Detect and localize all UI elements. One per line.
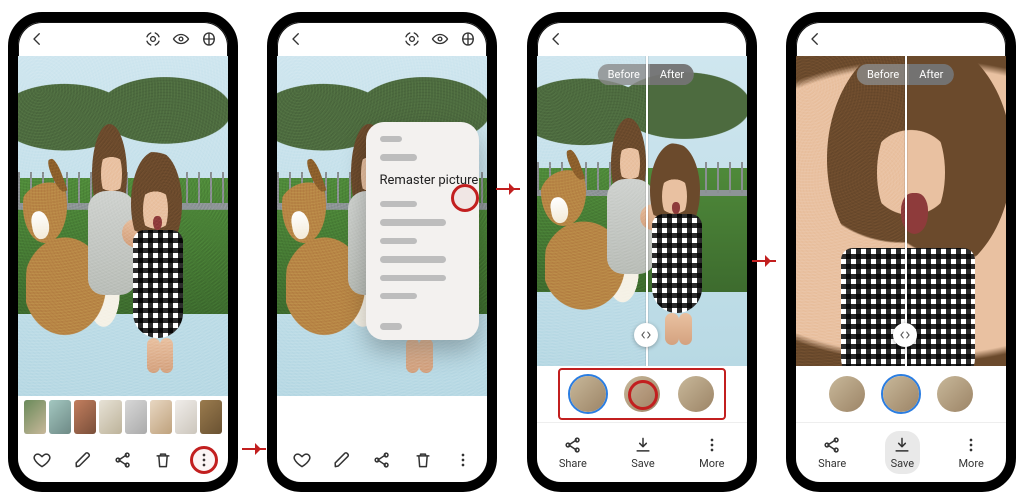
thumbnail[interactable] (74, 400, 96, 434)
phone-step-2: Remaster picture (267, 12, 497, 492)
bottom-bar: Share Save More (537, 422, 747, 482)
thumbnail[interactable] (99, 400, 121, 434)
thumbnail[interactable] (175, 400, 197, 434)
suggestion-thumb[interactable] (827, 374, 867, 414)
compare-labels[interactable]: Before After (598, 64, 694, 85)
menu-item[interactable] (380, 323, 402, 329)
phone-step-1 (8, 12, 238, 492)
more-button[interactable]: More (952, 431, 989, 474)
menu-item[interactable] (380, 275, 447, 281)
share-label: Share (818, 457, 846, 470)
save-label: Save (891, 457, 915, 470)
delete-button[interactable] (409, 446, 437, 474)
suggestion-thumb[interactable] (568, 374, 608, 414)
delete-button[interactable] (149, 446, 177, 474)
suggestion-thumb[interactable] (935, 374, 975, 414)
menu-item-remaster[interactable]: Remaster picture (380, 173, 479, 189)
ar-icon[interactable] (200, 30, 218, 48)
eye-icon[interactable] (431, 30, 449, 48)
before-label[interactable]: Before (857, 64, 909, 85)
more-button[interactable]: More (693, 431, 730, 474)
suggestion-thumb[interactable] (622, 374, 662, 414)
menu-item[interactable] (380, 256, 447, 262)
remaster-suggestions (537, 366, 747, 422)
thumbnail[interactable] (150, 400, 172, 434)
thumbnail[interactable] (49, 400, 71, 434)
after-label[interactable]: After (909, 64, 953, 85)
phone-step-3: Before After (527, 12, 757, 492)
bixby-vision-icon[interactable] (144, 30, 162, 48)
menu-item[interactable] (380, 219, 447, 225)
more-label: More (958, 457, 983, 470)
menu-item[interactable] (380, 154, 418, 160)
bixby-vision-icon[interactable] (403, 30, 421, 48)
top-bar (18, 22, 228, 56)
back-icon[interactable] (28, 30, 46, 48)
more-button[interactable] (190, 446, 218, 474)
more-label: More (699, 457, 724, 470)
compare-handle[interactable] (634, 323, 658, 347)
share-icon-button[interactable] (109, 446, 137, 474)
save-button[interactable]: Save (625, 431, 661, 474)
flow-arrow (496, 188, 520, 190)
edit-button[interactable] (328, 446, 356, 474)
thumbnail[interactable] (125, 400, 147, 434)
suggestion-thumb[interactable] (676, 374, 716, 414)
top-bar (537, 22, 747, 56)
bottom-bar: Share Save More (796, 422, 1006, 482)
highlight-ring (628, 380, 658, 410)
more-menu[interactable]: Remaster picture (366, 122, 480, 340)
flow-arrow (242, 448, 266, 450)
main-photo[interactable] (18, 56, 228, 396)
remaster-suggestions (796, 366, 1006, 422)
menu-item[interactable] (380, 293, 418, 299)
highlight-box (558, 368, 726, 420)
after-label[interactable]: After (650, 64, 694, 85)
phone-step-4: Before After Share (786, 12, 1016, 492)
thumbnail-strip[interactable] (18, 396, 228, 438)
compare-labels[interactable]: Before After (857, 64, 953, 85)
edit-button[interactable] (69, 446, 97, 474)
main-photo[interactable] (537, 56, 747, 366)
share-button[interactable]: Share (812, 431, 852, 474)
menu-item[interactable] (380, 136, 402, 142)
suggestion-thumb[interactable] (881, 374, 921, 414)
back-icon[interactable] (806, 30, 824, 48)
menu-item[interactable] (380, 238, 418, 244)
ar-icon[interactable] (459, 30, 477, 48)
bottom-bar (277, 438, 487, 482)
save-button[interactable]: Save (885, 431, 921, 474)
favorite-button[interactable] (288, 446, 316, 474)
thumbnail[interactable] (24, 400, 46, 434)
main-photo[interactable] (796, 56, 1006, 366)
tutorial-stage: Remaster picture (0, 0, 1024, 504)
share-label: Share (559, 457, 587, 470)
share-icon-button[interactable] (368, 446, 396, 474)
menu-item[interactable] (380, 201, 418, 207)
share-button[interactable]: Share (553, 431, 593, 474)
compare-handle[interactable] (893, 323, 917, 347)
eye-icon[interactable] (172, 30, 190, 48)
back-icon[interactable] (547, 30, 565, 48)
before-label[interactable]: Before (598, 64, 650, 85)
more-button[interactable] (449, 446, 477, 474)
favorite-button[interactable] (28, 446, 56, 474)
thumbnail-strip[interactable] (277, 396, 487, 438)
flow-arrow (752, 260, 776, 262)
top-bar (796, 22, 1006, 56)
top-bar (277, 22, 487, 56)
back-icon[interactable] (287, 30, 305, 48)
bottom-bar (18, 438, 228, 482)
thumbnail[interactable] (200, 400, 222, 434)
save-label: Save (631, 457, 655, 470)
